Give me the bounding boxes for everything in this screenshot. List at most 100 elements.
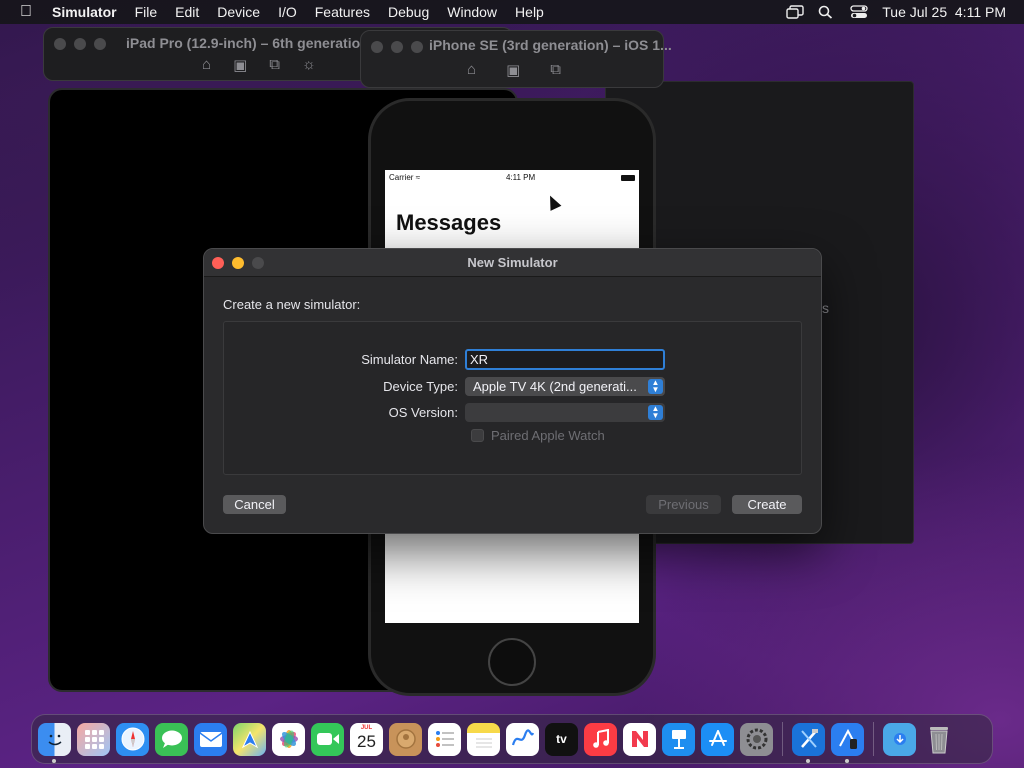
messages-title: Messages [396, 210, 502, 235]
home-icon[interactable]: ⌂ [202, 56, 211, 74]
menu-app-name[interactable]: Simulator [52, 4, 126, 20]
reminders-icon[interactable] [428, 722, 461, 756]
screenshot-icon[interactable]: ▣ [233, 56, 247, 74]
menu-debug[interactable]: Debug [379, 4, 438, 20]
calendar-day: 25 [357, 732, 376, 751]
iphone-minimize-button[interactable] [391, 41, 403, 53]
spotlight-search-icon[interactable] [818, 5, 836, 19]
dialog-close-button[interactable] [212, 257, 224, 269]
carrier-label: Carrier ≈ [389, 173, 421, 182]
ipad-zoom-button[interactable] [94, 38, 106, 50]
mail-icon[interactable] [194, 722, 227, 756]
calendar-icon[interactable]: JUL 25 [350, 722, 383, 756]
menu-help[interactable]: Help [506, 4, 553, 20]
maps-icon[interactable] [233, 722, 266, 756]
notes-icon[interactable] [467, 722, 500, 756]
contacts-icon[interactable] [389, 722, 422, 756]
facetime-icon[interactable] [311, 722, 344, 756]
launchpad-icon[interactable] [77, 722, 110, 756]
app-store-icon[interactable] [701, 722, 734, 756]
apple-menu-icon[interactable]:  [0, 3, 52, 21]
dock-separator [782, 722, 783, 756]
screen-mirroring-icon[interactable] [786, 5, 804, 19]
menu-window[interactable]: Window [438, 4, 506, 20]
iphone-window-title: iPhone SE (3rd generation) – iOS 1... [429, 37, 672, 53]
simulator-name-label: Simulator Name: [361, 351, 458, 367]
simulator-name-input[interactable] [465, 348, 665, 370]
music-icon[interactable] [584, 722, 617, 756]
photos-icon[interactable] [272, 722, 305, 756]
dialog-subtitle: Create a new simulator: [223, 297, 361, 312]
battery-icon [621, 174, 635, 181]
screenshot-icon[interactable]: ▣ [506, 61, 520, 79]
menubar-clock[interactable]: Tue Jul 25 4:11 PM [882, 4, 1006, 20]
ipad-toolbar: ⌂ ▣ ⧉ ☼ [202, 56, 316, 74]
create-button[interactable]: Create [732, 495, 802, 514]
keynote-icon[interactable] [662, 722, 695, 756]
control-center-icon[interactable] [850, 5, 868, 19]
tv-icon[interactable]: tv [545, 722, 578, 756]
menu-file[interactable]: File [126, 4, 167, 20]
ipad-close-button[interactable] [54, 38, 66, 50]
iphone-close-button[interactable] [371, 41, 383, 53]
xcode-running-indicator [806, 758, 810, 763]
dialog-minimize-button[interactable] [232, 257, 244, 269]
iphone-screen-lower[interactable] [385, 534, 639, 623]
paired-watch-label: Paired Apple Watch [491, 428, 605, 443]
calendar-month: JUL [360, 724, 373, 731]
trash-icon[interactable] [922, 723, 955, 756]
dialog-window-controls [212, 257, 264, 269]
news-icon[interactable] [623, 722, 656, 756]
dialog-titlebar: New Simulator [204, 249, 821, 277]
rotate-icon[interactable]: ⧉ [550, 61, 561, 79]
iphone-simulator-titlebar: iPhone SE (3rd generation) – iOS 1... ⌂ … [360, 30, 672, 88]
simulator-name-row: Simulator Name: [224, 348, 803, 370]
device-type-row: Device Type: Apple TV 4K (2nd generati..… [224, 375, 803, 397]
dialog-title: New Simulator [467, 255, 558, 270]
finder-running-indicator [52, 758, 56, 763]
menu-device[interactable]: Device [208, 4, 269, 20]
device-type-value: Apple TV 4K (2nd generati... [473, 378, 637, 394]
dialog-zoom-button[interactable] [252, 257, 264, 269]
simulator-icon[interactable] [831, 722, 864, 763]
system-settings-icon[interactable] [740, 722, 773, 756]
os-version-popup[interactable]: ▲ ▼ [465, 402, 665, 422]
messages-icon[interactable] [155, 722, 188, 756]
iphone-screen[interactable]: Carrier ≈ 4:11 PM Messages [385, 170, 639, 248]
rotate-icon[interactable]: ⧉ [269, 56, 280, 74]
iphone-window-controls [371, 41, 423, 53]
paired-watch-row: Paired Apple Watch [471, 428, 605, 443]
os-version-row: OS Version: ▲ ▼ [224, 401, 803, 423]
menu-features[interactable]: Features [306, 4, 379, 20]
dock: JUL 25 tv [31, 714, 993, 764]
menu-io[interactable]: I/O [269, 4, 306, 20]
downloads-folder-icon[interactable] [883, 722, 916, 756]
ipad-window-title: iPad Pro (12.9-inch) – 6th generation [126, 35, 369, 51]
menu-bar:  Simulator File Edit Device I/O Feature… [0, 0, 1024, 24]
cancel-button[interactable]: Cancel [223, 495, 286, 514]
new-simulator-dialog: New Simulator Create a new simulator: Si… [203, 248, 822, 534]
iphone-home-button[interactable] [488, 638, 536, 686]
xcode-icon[interactable] [792, 722, 825, 763]
simulator-form: Simulator Name: Device Type: Apple TV 4K… [223, 321, 802, 475]
paired-watch-checkbox[interactable] [471, 429, 484, 442]
tv-window-partial-text: s [822, 300, 829, 316]
appearance-icon[interactable]: ☼ [302, 56, 316, 74]
ipad-minimize-button[interactable] [74, 38, 86, 50]
home-icon[interactable]: ⌂ [467, 61, 476, 79]
ipad-window-controls [54, 38, 106, 50]
os-version-label: OS Version: [388, 404, 458, 420]
simulator-running-indicator [845, 758, 849, 763]
previous-button[interactable]: Previous [646, 495, 721, 514]
chevron-up-down-icon: ▲ ▼ [648, 378, 663, 394]
safari-icon[interactable] [116, 722, 149, 756]
device-type-label: Device Type: [383, 378, 458, 394]
finder-icon[interactable] [38, 722, 71, 763]
wifi-icon: ≈ [415, 173, 421, 182]
device-type-popup[interactable]: Apple TV 4K (2nd generati... ▲ ▼ [465, 376, 665, 396]
iphone-zoom-button[interactable] [411, 41, 423, 53]
menu-edit[interactable]: Edit [166, 4, 208, 20]
freeform-icon[interactable] [506, 722, 539, 756]
iphone-status-bar: Carrier ≈ 4:11 PM [385, 170, 639, 182]
chevron-up-down-icon: ▲ ▼ [648, 404, 663, 420]
